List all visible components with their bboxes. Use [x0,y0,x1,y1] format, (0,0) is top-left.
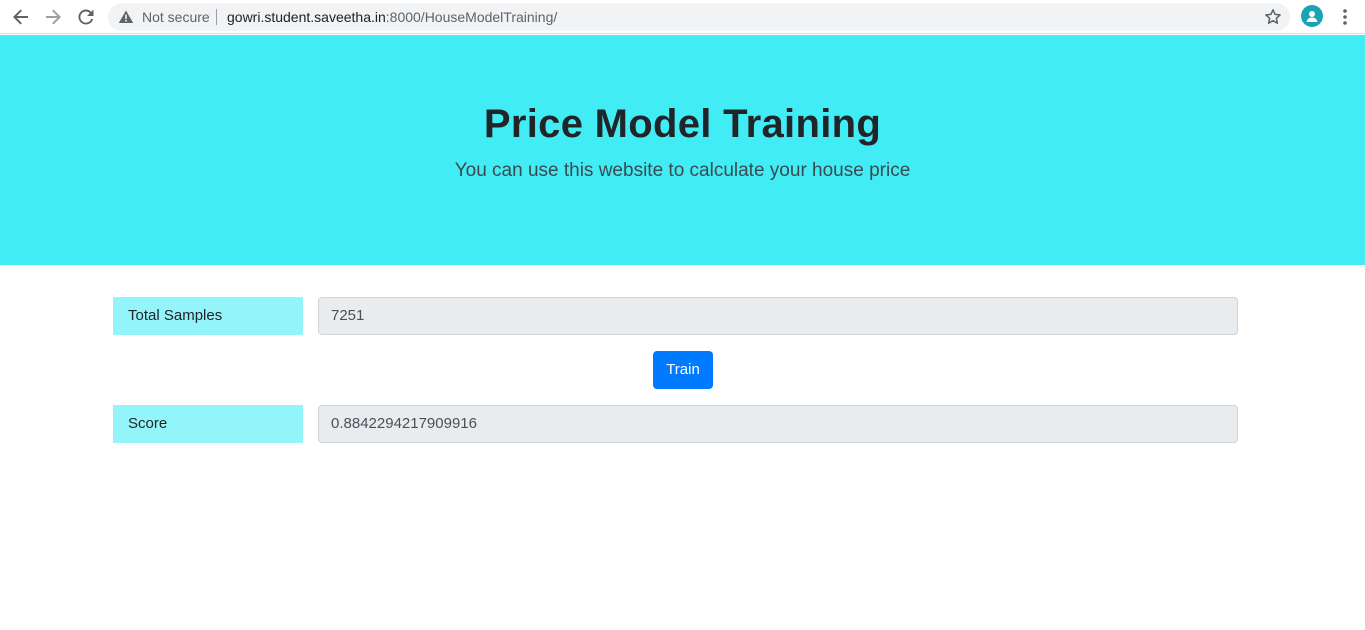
hero-banner: Price Model Training You can use this we… [0,35,1365,265]
page-title: Price Model Training [483,102,882,146]
back-arrow-icon[interactable] [8,4,34,30]
more-menu-icon[interactable] [1335,6,1355,28]
reload-icon[interactable] [73,4,99,30]
forward-arrow-icon[interactable] [40,4,66,30]
score-label: Score [113,405,303,443]
address-bar[interactable]: Not secure gowri.student.saveetha.in:800… [108,3,1290,31]
url-host: gowri.student.saveetha.in [227,9,386,25]
url-path: :8000/HouseModelTraining/ [385,9,558,25]
browser-toolbar: Not secure gowri.student.saveetha.in:800… [0,0,1365,34]
score-field[interactable]: 0.8842294217909916 [318,405,1238,443]
warning-icon[interactable] [118,9,134,25]
star-icon[interactable] [1264,8,1282,26]
url-text[interactable]: gowri.student.saveetha.in:8000/HouseMode… [227,9,557,25]
train-button[interactable]: Train [653,351,713,389]
divider [216,9,217,25]
profile-avatar-icon[interactable] [1301,5,1323,27]
security-status[interactable]: Not secure [142,9,210,25]
total-samples-label: Total Samples [113,297,303,335]
page-subtitle: You can use this website to calculate yo… [454,160,911,181]
total-samples-field[interactable]: 7251 [318,297,1238,335]
